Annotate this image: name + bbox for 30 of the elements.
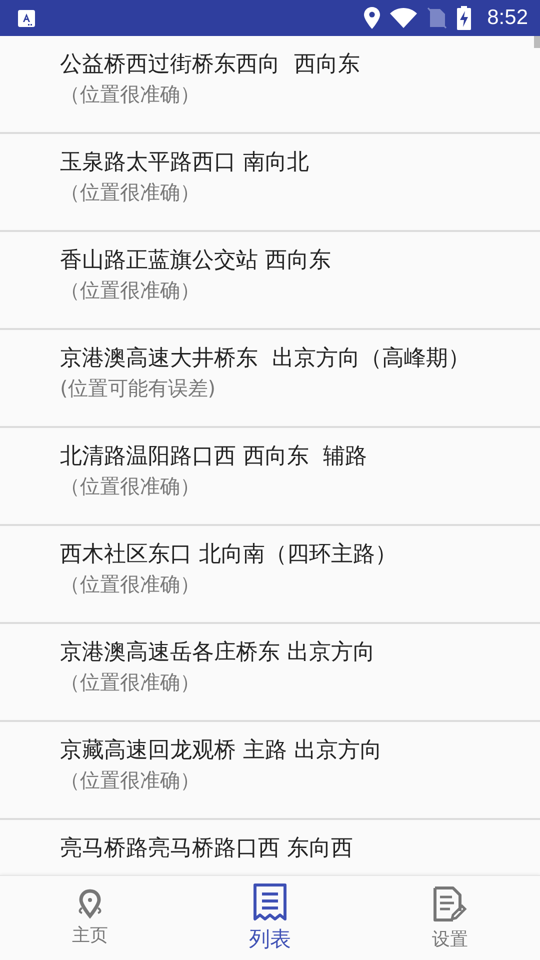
- accuracy-note: （位置很准确）: [60, 571, 200, 598]
- nav-tab[interactable]: 列表: [180, 876, 360, 960]
- wifi-icon: [390, 8, 418, 28]
- accuracy-note: （位置很准确）: [60, 179, 200, 206]
- location-icon: [364, 7, 380, 29]
- no-sim-icon: [427, 7, 448, 29]
- nav-tab[interactable]: 主页: [0, 876, 180, 960]
- location-title[interactable]: 玉泉路太平路西口 南向北: [60, 148, 309, 178]
- clock-time: 8:52: [487, 6, 528, 30]
- location-title[interactable]: 京港澳高速岳各庄桥东 出京方向: [60, 638, 375, 668]
- location-title[interactable]: 京藏高速回龙观桥 主路 出京方向: [60, 736, 382, 766]
- app-notification-icon: [18, 10, 35, 26]
- accuracy-note: （位置很准确）: [60, 277, 200, 304]
- receipt-list-icon: [253, 883, 287, 921]
- location-title[interactable]: 北清路温阳路口西 西向东 辅路: [60, 442, 367, 472]
- document-edit-icon: [433, 885, 467, 923]
- location-title[interactable]: 西木社区东口 北向南（四环主路）: [60, 540, 397, 570]
- scrollbar: [534, 36, 540, 48]
- location-title[interactable]: 香山路正蓝旗公交站 西向东: [60, 246, 331, 276]
- accuracy-note: (位置可能有误差): [60, 375, 216, 402]
- location-title[interactable]: 京港澳高速大井桥东 出京方向（高峰期）: [60, 344, 470, 374]
- location-title[interactable]: 公益桥西过街桥东西向 西向东: [60, 50, 360, 80]
- battery-charging-icon: [457, 6, 472, 30]
- nav-tab[interactable]: 设置: [360, 876, 540, 960]
- accuracy-note: （位置很准确）: [60, 81, 200, 108]
- map-pin-icon: [76, 889, 104, 919]
- accuracy-note: （位置很准确）: [60, 669, 200, 696]
- location-title[interactable]: 亮马桥路亮马桥路口西 东向西: [60, 834, 353, 864]
- accuracy-note: （位置很准确）: [60, 473, 200, 500]
- accuracy-note: （位置很准确）: [60, 767, 200, 794]
